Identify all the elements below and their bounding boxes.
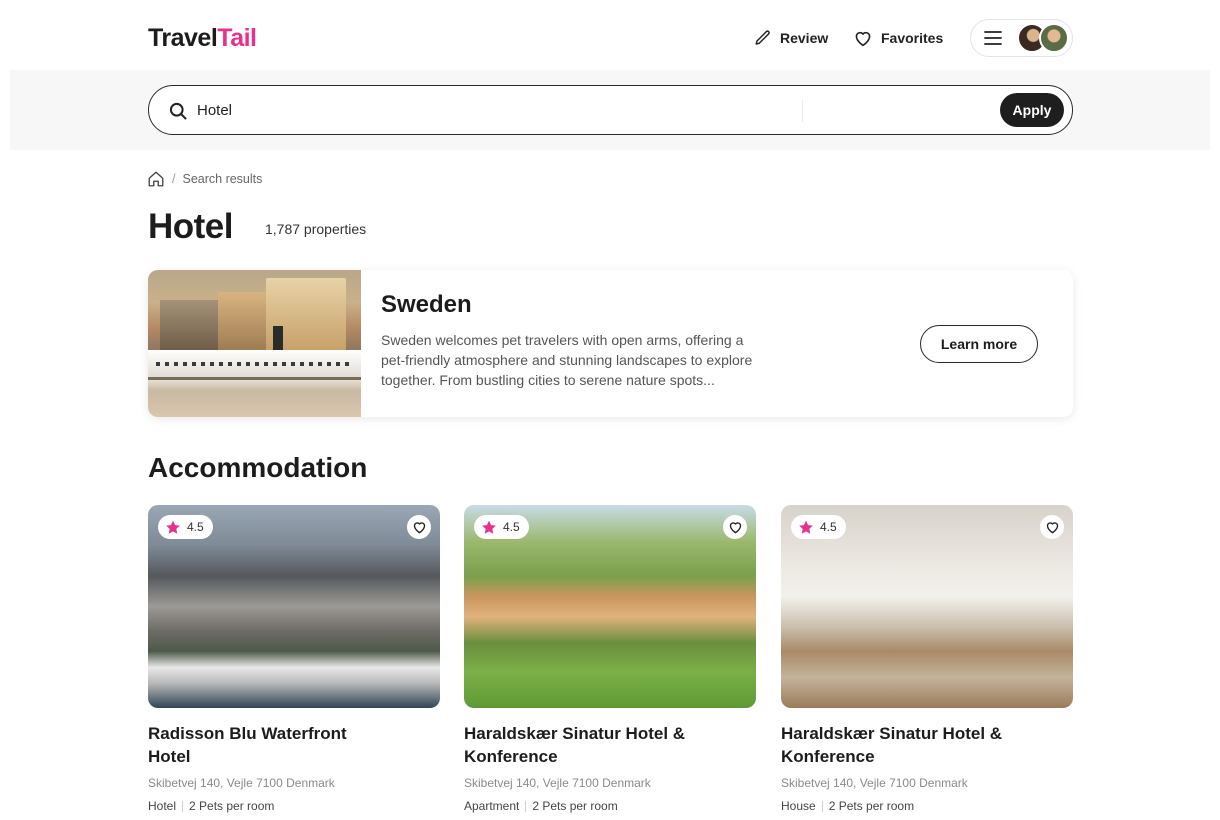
accommodation-name[interactable]: Haraldskær Sinatur Hotel & Konference: [781, 722, 1011, 768]
accommodation-card[interactable]: 4.5 Haraldskær Sinatur Hotel & Konferenc…: [781, 505, 1073, 820]
rating-badge: 4.5: [474, 515, 529, 539]
search-divider: [802, 100, 803, 122]
top-header: TravelTail Review Favorites: [0, 0, 1220, 70]
learn-more-button[interactable]: Learn more: [920, 325, 1038, 363]
star-icon: [799, 520, 813, 534]
hamburger-menu-icon: [984, 31, 1002, 45]
accommodation-meta: Apartment 2 Pets per room: [464, 799, 618, 813]
heart-icon: [1046, 522, 1058, 534]
rating-value: 4.5: [503, 520, 520, 534]
accommodation-meta: House 2 Pets per room: [781, 799, 914, 813]
accommodation-card[interactable]: 4.5 Radisson Blu Waterfront Hotel Skibet…: [148, 505, 440, 820]
property-type: Hotel: [148, 799, 177, 813]
star-icon: [482, 520, 496, 534]
user-menu-button[interactable]: [970, 19, 1073, 57]
pets-policy: 2 Pets per room: [828, 799, 915, 813]
page-title: Hotel: [148, 207, 234, 246]
favorite-toggle[interactable]: [407, 515, 431, 539]
pencil-icon: [755, 30, 770, 45]
apply-button[interactable]: Apply: [1000, 93, 1064, 127]
results-count: 1,787 properties: [265, 221, 367, 237]
section-title: Accommodation: [148, 452, 368, 483]
meta-divider: [821, 800, 823, 812]
search-bar: Apply: [148, 85, 1073, 135]
pets-policy: 2 Pets per room: [189, 799, 275, 813]
logo-main-text: Travel: [148, 24, 218, 52]
accommodation-name[interactable]: Haraldskær Sinatur Hotel & Konference: [464, 722, 694, 768]
accommodation-meta: Hotel 2 Pets per room: [148, 799, 274, 813]
heart-icon: [413, 522, 425, 534]
promo-title: Sweden: [381, 291, 472, 318]
favorite-toggle[interactable]: [1040, 515, 1064, 539]
avatar-group: [1017, 23, 1071, 53]
property-type: House: [781, 799, 816, 813]
pets-policy: 2 Pets per room: [532, 799, 618, 813]
breadcrumb-current: Search results: [182, 172, 263, 186]
property-type: Apartment: [464, 799, 520, 813]
accommodation-name[interactable]: Radisson Blu Waterfront Hotel: [148, 722, 378, 768]
meta-divider: [182, 800, 184, 812]
home-icon[interactable]: [147, 170, 165, 188]
meta-divider: [525, 800, 527, 812]
accommodation-address: Skibetvej 140, Vejle 7100 Denmark: [464, 776, 651, 790]
favorite-toggle[interactable]: [723, 515, 747, 539]
rating-value: 4.5: [187, 520, 204, 534]
promo-image: [148, 270, 361, 417]
review-label: Review: [780, 30, 829, 46]
star-icon: [166, 520, 180, 534]
search-input[interactable]: [197, 99, 787, 121]
rating-value: 4.5: [820, 520, 837, 534]
destination-promo-card: Sweden Sweden welcomes pet travelers wit…: [148, 270, 1073, 417]
breadcrumb-separator: /: [172, 172, 176, 186]
rating-badge: 4.5: [791, 515, 846, 539]
logo-accent-text: Tail: [217, 24, 257, 52]
avatar: [1039, 23, 1069, 53]
search-icon: [169, 102, 187, 120]
favorites-label: Favorites: [881, 30, 944, 46]
breadcrumb: / Search results: [147, 170, 262, 188]
heart-icon: [855, 31, 871, 47]
favorites-button[interactable]: Favorites: [853, 27, 943, 49]
accommodation-card[interactable]: 4.5 Haraldskær Sinatur Hotel & Konferenc…: [464, 505, 756, 820]
review-button[interactable]: Review: [754, 27, 828, 49]
accommodation-address: Skibetvej 140, Vejle 7100 Denmark: [781, 776, 968, 790]
promo-description: Sweden welcomes pet travelers with open …: [381, 332, 753, 388]
heart-icon: [729, 522, 741, 534]
rating-badge: 4.5: [158, 515, 213, 539]
logo[interactable]: TravelTail: [148, 24, 257, 53]
accommodation-address: Skibetvej 140, Vejle 7100 Denmark: [148, 776, 335, 790]
